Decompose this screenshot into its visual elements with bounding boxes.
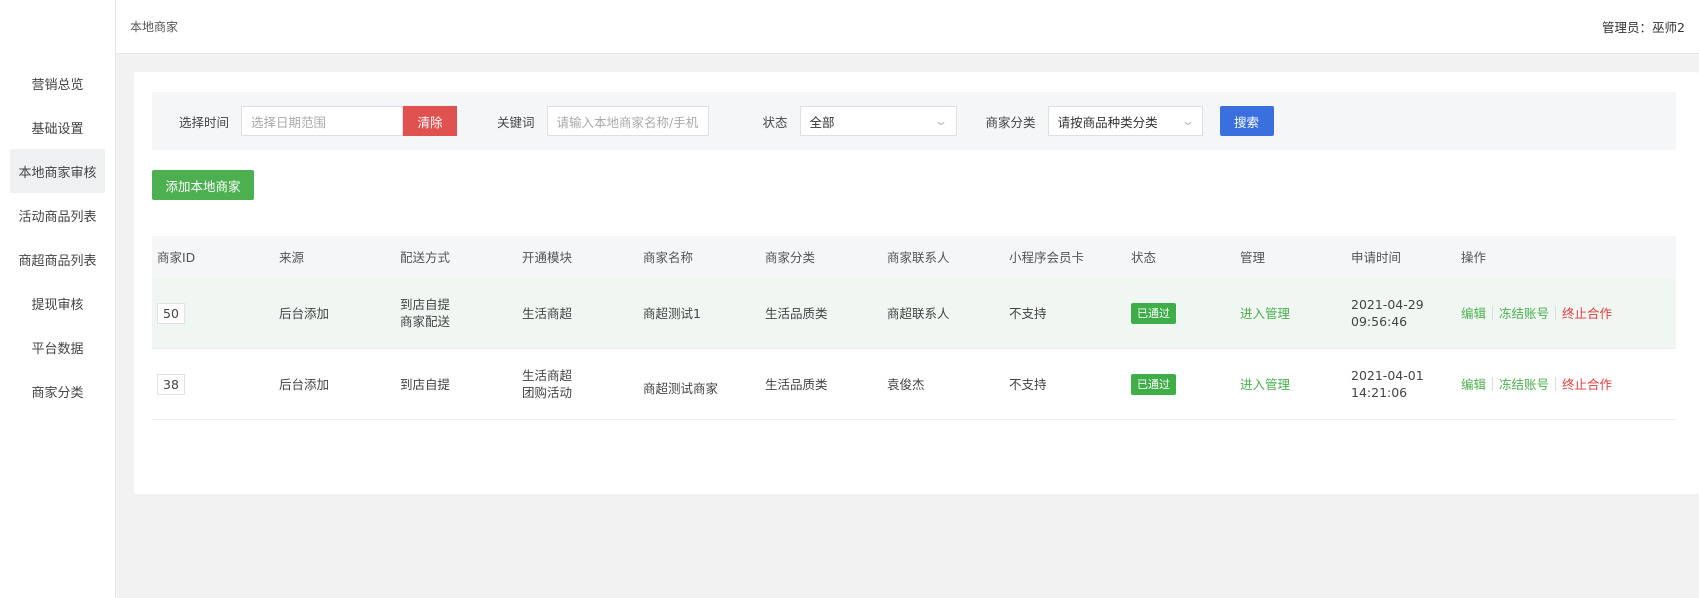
col-source: 来源 <box>279 249 305 265</box>
cell-delivery: 到店自提 商家配送 <box>395 296 517 330</box>
table-header: 商家ID 来源 配送方式 开通模块 商家名称 商家分类 商家联系人 小程序会员卡… <box>152 236 1676 278</box>
cell-manage: 进入管理 <box>1235 305 1346 322</box>
sidebar-item-activity-products[interactable]: 活动商品列表 <box>0 193 115 237</box>
col-actions: 操作 <box>1461 249 1487 265</box>
main-panel: 选择时间 选择日期范围 清除 关键词 请输入本地商家名称/手机 状态 全部 ⌄ … <box>134 72 1699 494</box>
table-row: 50 后台添加 到店自提 商家配送 生活商超 商超测试1 生活品质类 商超联系人… <box>152 278 1676 349</box>
cell-status: 已通过 <box>1126 373 1235 395</box>
cell-manage: 进入管理 <box>1235 376 1346 393</box>
cell-delivery: 到店自提 <box>395 376 517 393</box>
category-select-value: 请按商品种类分类 <box>1057 114 1158 130</box>
cell-modules: 生活商超 <box>517 305 638 322</box>
sidebar-item-platform-data[interactable]: 平台数据 <box>0 325 115 369</box>
keyword-input[interactable]: 请输入本地商家名称/手机 <box>546 106 709 136</box>
cell-actions: 编辑 冻结账号 终止合作 <box>1456 305 1634 322</box>
page-title: 本地商家 <box>130 20 179 34</box>
merchant-id: 38 <box>157 373 185 395</box>
header: 本地商家 管理员：巫师2 <box>116 0 1699 54</box>
col-contact: 商家联系人 <box>887 249 950 265</box>
col-merchant-id: 商家ID <box>157 249 196 265</box>
divider <box>1492 306 1494 320</box>
status-badge: 已通过 <box>1131 373 1176 395</box>
col-modules: 开通模块 <box>522 249 573 265</box>
module: 生活商超 <box>522 368 573 383</box>
keyword-label: 关键词 <box>497 114 535 130</box>
sidebar-item-basic-settings[interactable]: 基础设置 <box>0 105 115 149</box>
sidebar-item-marketing-overview[interactable]: 营销总览 <box>0 61 115 105</box>
enter-manage-link[interactable]: 进入管理 <box>1240 306 1290 321</box>
cell-status: 已通过 <box>1126 302 1235 324</box>
divider <box>1492 377 1494 391</box>
cell-source: 后台添加 <box>279 305 330 321</box>
keyword-placeholder: 请输入本地商家名称/手机 <box>556 114 699 130</box>
cell-contact: 袁俊杰 <box>887 376 925 392</box>
sidebar-item-local-merchant-review[interactable]: 本地商家审核 <box>10 149 105 193</box>
admin-label: 管理员：巫师2 <box>1602 20 1685 35</box>
cell-id: 50 <box>152 302 274 324</box>
apply-date: 2021-04-01 <box>1351 368 1424 383</box>
terminate-cooperation-link[interactable]: 终止合作 <box>1562 376 1612 393</box>
clear-button[interactable]: 清除 <box>403 106 458 136</box>
date-range-placeholder: 选择日期范围 <box>251 114 327 130</box>
cell-actions: 编辑 冻结账号 终止合作 <box>1456 376 1634 393</box>
delivery-method: 商家配送 <box>400 314 451 329</box>
col-merchant-category: 商家分类 <box>765 249 816 265</box>
date-range-input[interactable]: 选择日期范围 <box>241 106 404 136</box>
divider <box>1555 377 1557 391</box>
table-row: 38 后台添加 到店自提 生活商超 团购活动 商超测试商家 生活品质类 袁俊杰 … <box>152 349 1676 420</box>
cell-source: 后台添加 <box>279 376 330 392</box>
edit-link[interactable]: 编辑 <box>1461 305 1486 322</box>
cell-member-card: 不支持 <box>1009 305 1047 321</box>
terminate-cooperation-link[interactable]: 终止合作 <box>1562 305 1612 322</box>
divider <box>1555 306 1557 320</box>
cell-merchant-name: 商超测试1 <box>643 305 701 321</box>
module: 团购活动 <box>522 385 573 400</box>
time-label: 选择时间 <box>179 114 230 130</box>
chevron-down-icon: ⌄ <box>1180 114 1195 128</box>
edit-link[interactable]: 编辑 <box>1461 376 1486 393</box>
apply-time: 09:56:46 <box>1351 314 1408 329</box>
apply-date: 2021-04-29 <box>1351 297 1424 312</box>
col-status: 状态 <box>1131 249 1157 265</box>
col-member-card: 小程序会员卡 <box>1009 249 1085 265</box>
status-label: 状态 <box>762 114 788 130</box>
sidebar-item-supermarket-products[interactable]: 商超商品列表 <box>0 237 115 281</box>
enter-manage-link[interactable]: 进入管理 <box>1240 377 1290 392</box>
filter-bar: 选择时间 选择日期范围 清除 关键词 请输入本地商家名称/手机 状态 全部 ⌄ … <box>152 92 1676 150</box>
delivery-method: 到店自提 <box>400 376 451 392</box>
cell-merchant-name: 商超测试商家 <box>643 380 719 396</box>
status-select[interactable]: 全部 ⌄ <box>799 106 957 136</box>
cell-category: 生活品质类 <box>765 305 828 321</box>
sidebar-item-merchant-category[interactable]: 商家分类 <box>0 369 115 413</box>
merchant-table: 商家ID 来源 配送方式 开通模块 商家名称 商家分类 商家联系人 小程序会员卡… <box>152 236 1676 420</box>
col-delivery: 配送方式 <box>400 249 451 265</box>
sidebar: 营销总览 基础设置 本地商家审核 活动商品列表 商超商品列表 提现审核 平台数据… <box>0 0 116 598</box>
category-select[interactable]: 请按商品种类分类 ⌄ <box>1047 106 1203 136</box>
chevron-down-icon: ⌄ <box>934 114 949 128</box>
status-badge: 已通过 <box>1131 302 1176 324</box>
sidebar-item-withdraw-review[interactable]: 提现审核 <box>0 281 115 325</box>
cell-contact: 商超联系人 <box>887 305 950 321</box>
col-apply-time: 申请时间 <box>1351 249 1402 265</box>
cell-category: 生活品质类 <box>765 376 828 392</box>
freeze-account-link[interactable]: 冻结账号 <box>1499 376 1549 393</box>
cell-modules: 生活商超 团购活动 <box>517 367 638 401</box>
status-select-value: 全部 <box>809 114 835 130</box>
cell-apply-time: 2021-04-29 09:56:46 <box>1346 296 1456 330</box>
col-merchant-name: 商家名称 <box>643 249 694 265</box>
module: 生活商超 <box>522 305 573 321</box>
apply-time: 14:21:06 <box>1351 385 1408 400</box>
merchant-id: 50 <box>157 302 185 324</box>
cell-apply-time: 2021-04-01 14:21:06 <box>1346 367 1456 401</box>
col-manage: 管理 <box>1240 249 1266 265</box>
category-label: 商家分类 <box>985 114 1036 130</box>
add-local-merchant-button[interactable]: 添加本地商家 <box>152 170 254 200</box>
cell-id: 38 <box>152 373 274 395</box>
cell-member-card: 不支持 <box>1009 376 1047 392</box>
search-button[interactable]: 搜索 <box>1219 106 1274 136</box>
sidebar-menu: 营销总览 基础设置 本地商家审核 活动商品列表 商超商品列表 提现审核 平台数据… <box>0 0 115 413</box>
freeze-account-link[interactable]: 冻结账号 <box>1499 305 1549 322</box>
delivery-method: 到店自提 <box>400 297 451 312</box>
